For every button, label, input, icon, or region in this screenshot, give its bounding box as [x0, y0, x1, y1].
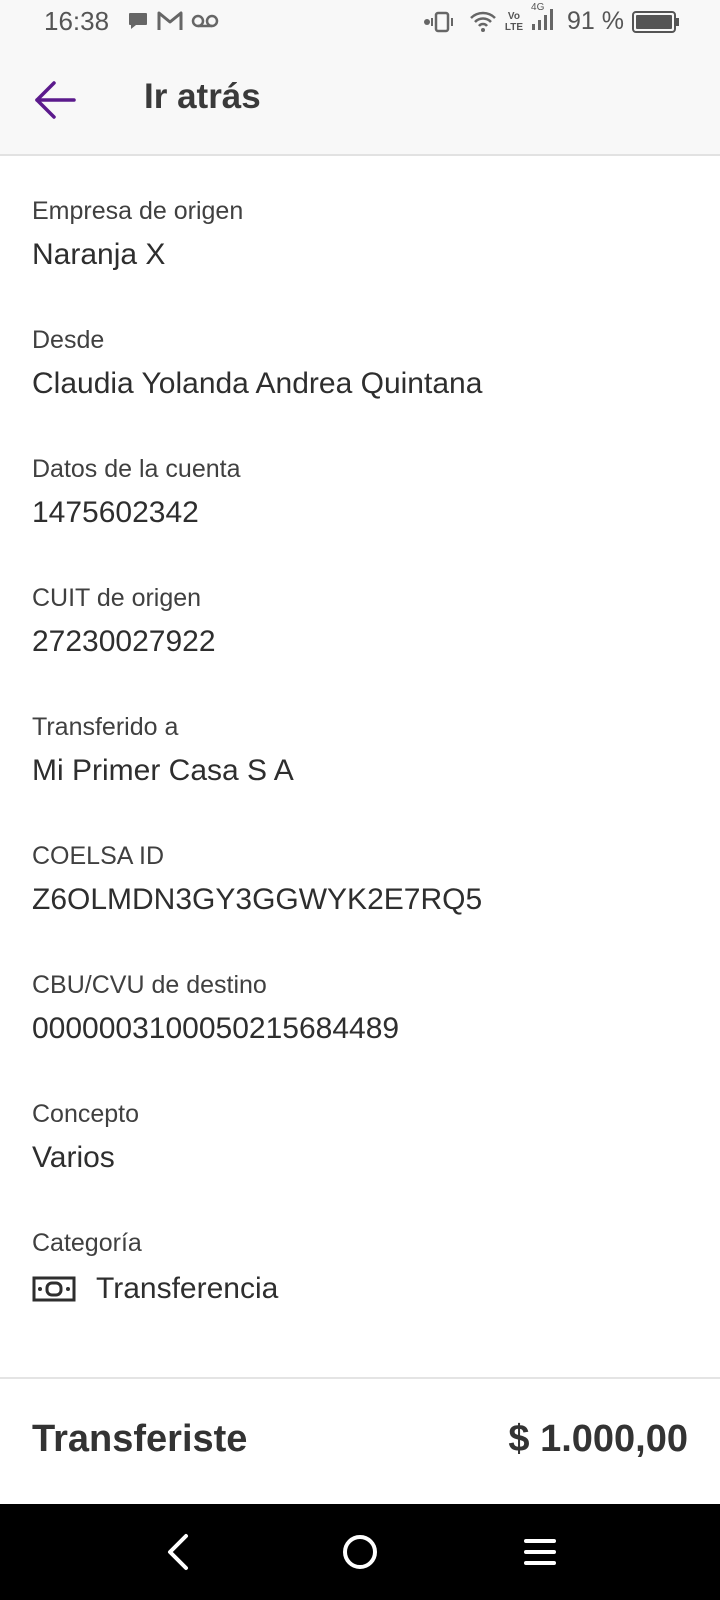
back-arrow-icon[interactable]: [34, 80, 76, 120]
system-nav-bar: [0, 1504, 720, 1600]
field-label: Desde: [32, 326, 105, 354]
field-label: Datos de la cuenta: [32, 455, 241, 483]
volte-indicator: Vo LTE: [505, 11, 523, 33]
field-datos-cuenta: Datos de la cuenta 1475602342: [32, 454, 240, 532]
field-concepto: Concepto Varios: [32, 1099, 139, 1177]
field-cuit-origen: CUIT de origen 27230027922: [32, 583, 216, 661]
battery-icon: [632, 10, 679, 33]
notification-icons: [127, 10, 219, 32]
screen: 16:38 Vo LTE 4G 91 % Ir atrás Empresa de…: [0, 0, 720, 1600]
money-bill-icon: [32, 1276, 76, 1302]
status-bar: 16:38 Vo LTE 4G 91 %: [0, 0, 720, 44]
field-empresa-origen: Empresa de origen Naranja X: [32, 196, 243, 274]
field-value: Mi Primer Casa S A: [32, 754, 294, 787]
divider: [0, 1377, 720, 1379]
field-label: Concepto: [32, 1100, 140, 1128]
field-label: CBU/CVU de destino: [32, 971, 267, 999]
field-coelsa-id: COELSA ID Z6OLMDN3GY3GGWYK2E7RQ5: [32, 841, 482, 919]
field-label: COELSA ID: [32, 842, 164, 870]
field-cbu-cvu-destino: CBU/CVU de destino 000000310005021568448…: [32, 970, 399, 1048]
field-label: Transferido a: [32, 713, 179, 741]
nav-back-icon[interactable]: [160, 1532, 200, 1572]
category-row: Transferencia: [32, 1270, 278, 1308]
field-value: Naranja X: [32, 238, 166, 271]
voicemail-icon: [191, 14, 219, 28]
status-right: Vo LTE 4G 91 %: [423, 2, 680, 37]
field-desde: Desde Claudia Yolanda Andrea Quintana: [32, 325, 482, 403]
nav-home-icon[interactable]: [340, 1532, 380, 1572]
vibrate-icon: [423, 11, 453, 32]
nav-menu-icon[interactable]: [520, 1532, 560, 1572]
app-bar: Ir atrás: [0, 44, 720, 156]
page-title[interactable]: Ir atrás: [144, 77, 261, 117]
gmail-icon: [157, 11, 183, 30]
field-transferido-a: Transferido a Mi Primer Casa S A: [32, 712, 294, 790]
total-label: Transferiste: [32, 1418, 248, 1460]
wifi-icon: [469, 11, 496, 32]
total-amount: $ 1.000,00: [508, 1418, 688, 1460]
field-value: 27230027922: [32, 625, 216, 658]
field-value: Z6OLMDN3GY3GGWYK2E7RQ5: [32, 883, 483, 916]
field-value: 0000003100050215684489: [32, 1012, 400, 1045]
field-categoria: Categoría Transferencia: [32, 1228, 278, 1308]
signal-group: 4G: [531, 2, 555, 37]
field-label: Categoría: [32, 1229, 142, 1257]
field-label: CUIT de origen: [32, 584, 202, 612]
field-value: Claudia Yolanda Andrea Quintana: [32, 367, 483, 400]
category-value: Transferencia: [96, 1272, 279, 1305]
field-value: 1475602342: [32, 496, 199, 529]
volte-label-top: Vo: [507, 10, 520, 22]
status-time: 16:38: [44, 6, 110, 36]
network-generation: 4G: [531, 2, 545, 13]
field-label: Empresa de origen: [32, 197, 244, 225]
volte-label-bottom: LTE: [504, 21, 524, 33]
battery-percent: 91 %: [567, 7, 624, 35]
field-value: Varios: [32, 1141, 115, 1174]
chat-bubble-icon: [129, 13, 147, 29]
